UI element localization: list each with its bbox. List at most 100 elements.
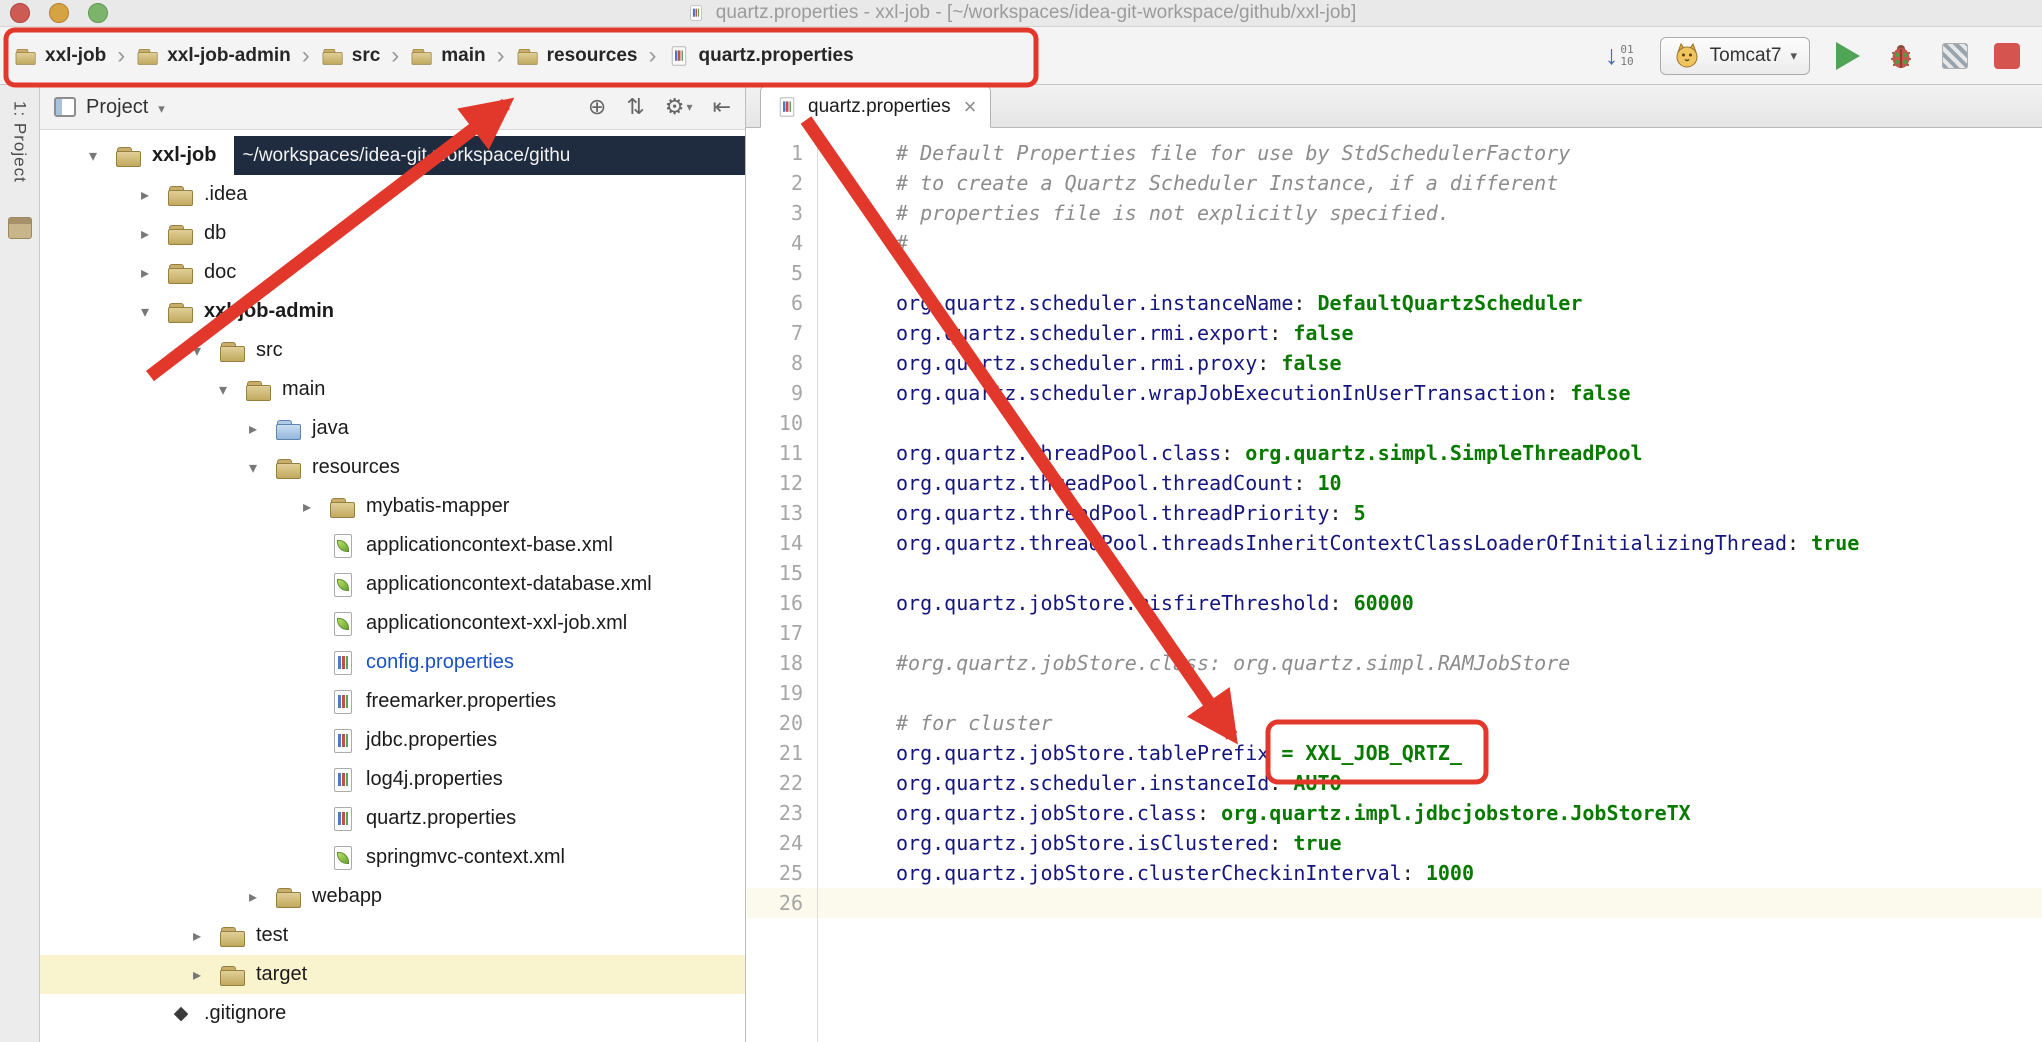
code-line-16[interactable]: org.quartz.jobStore.misfireThreshold: 60…: [818, 588, 2042, 618]
code-line-26[interactable]: [818, 888, 2042, 918]
tree-expanded-arrow-icon[interactable]: ▾: [210, 380, 236, 400]
breadcrumb-item-main[interactable]: main: [410, 41, 485, 71]
tree-item-log4j.properties[interactable]: log4j.properties: [40, 760, 745, 799]
line-number-15[interactable]: 15: [746, 558, 817, 588]
line-number-8[interactable]: 8: [746, 348, 817, 378]
line-number-12[interactable]: 12: [746, 468, 817, 498]
line-number-22[interactable]: 22: [746, 768, 817, 798]
tree-collapsed-arrow-icon[interactable]: ▸: [132, 224, 158, 244]
code-line-7[interactable]: org.quartz.scheduler.rmi.export: false: [818, 318, 2042, 348]
code-line-21[interactable]: org.quartz.jobStore.tablePrefix = XXL_JO…: [818, 738, 2042, 768]
tree-item-freemarker.properties[interactable]: freemarker.properties: [40, 682, 745, 721]
code-line-17[interactable]: [818, 618, 2042, 648]
settings-gear-icon[interactable]: ⚙▾: [665, 94, 693, 120]
tree-item-test[interactable]: ▸test: [40, 916, 745, 955]
tree-item-applicationcontext-xxl-job.xml[interactable]: applicationcontext-xxl-job.xml: [40, 604, 745, 643]
breadcrumb-item-xxl-job[interactable]: xxl-job: [14, 41, 106, 71]
incoming-changes-indicator[interactable]: ↓ 01 10: [1605, 42, 1634, 69]
tree-item-config.properties[interactable]: config.properties: [40, 643, 745, 682]
code-line-3[interactable]: # properties file is not explicitly spec…: [818, 198, 2042, 228]
code-line-1[interactable]: # Default Properties file for use by Std…: [818, 138, 2042, 168]
tree-expanded-arrow-icon[interactable]: ▾: [80, 146, 106, 166]
line-number-1[interactable]: 1: [746, 138, 817, 168]
tree-item-jdbc.properties[interactable]: jdbc.properties: [40, 721, 745, 760]
code-line-10[interactable]: [818, 408, 2042, 438]
line-number-4[interactable]: 4: [746, 228, 817, 258]
tree-item-pom.xml[interactable]: pom.xml: [40, 1033, 745, 1042]
code-line-6[interactable]: org.quartz.scheduler.instanceName: Defau…: [818, 288, 2042, 318]
line-number-23[interactable]: 23: [746, 798, 817, 828]
tree-item-.idea[interactable]: ▸.idea: [40, 175, 745, 214]
line-number-20[interactable]: 20: [746, 708, 817, 738]
breadcrumb-item-resources[interactable]: resources: [516, 41, 638, 71]
collapse-all-icon[interactable]: ⇤: [713, 94, 731, 120]
tree-item-.gitignore[interactable]: .gitignore: [40, 994, 745, 1033]
line-number-6[interactable]: 6: [746, 288, 817, 318]
code-line-23[interactable]: org.quartz.jobStore.class: org.quartz.im…: [818, 798, 2042, 828]
close-tab-icon[interactable]: ×: [964, 96, 977, 118]
chevron-down-icon[interactable]: ▾: [158, 101, 165, 117]
code-line-2[interactable]: # to create a Quartz Scheduler Instance,…: [818, 168, 2042, 198]
breadcrumb-item-src[interactable]: src: [321, 41, 381, 71]
run-button[interactable]: [1836, 42, 1860, 70]
breadcrumb-item-xxl-job-admin[interactable]: xxl-job-admin: [136, 41, 291, 71]
tree-collapsed-arrow-icon[interactable]: ▸: [294, 497, 320, 517]
code-line-25[interactable]: org.quartz.jobStore.clusterCheckinInterv…: [818, 858, 2042, 888]
tree-collapsed-arrow-icon[interactable]: ▸: [132, 185, 158, 205]
line-number-21[interactable]: 21: [746, 738, 817, 768]
tree-item-webapp[interactable]: ▸webapp: [40, 877, 745, 916]
tool-window-icon[interactable]: [8, 217, 32, 239]
line-number-3[interactable]: 3: [746, 198, 817, 228]
code-line-14[interactable]: org.quartz.threadPool.threadsInheritCont…: [818, 528, 2042, 558]
line-number-2[interactable]: 2: [746, 168, 817, 198]
code-line-19[interactable]: [818, 678, 2042, 708]
editor-tab-quartz-properties[interactable]: quartz.properties ×: [760, 86, 991, 128]
code-line-8[interactable]: org.quartz.scheduler.rmi.proxy: false: [818, 348, 2042, 378]
tree-collapsed-arrow-icon[interactable]: ▸: [240, 887, 266, 907]
code-line-24[interactable]: org.quartz.jobStore.isClustered: true: [818, 828, 2042, 858]
debug-button[interactable]: [1886, 41, 1916, 71]
tree-item-mybatis-mapper[interactable]: ▸mybatis-mapper: [40, 487, 745, 526]
tree-item-db[interactable]: ▸db: [40, 214, 745, 253]
stop-button[interactable]: [1994, 43, 2020, 69]
code-line-12[interactable]: org.quartz.threadPool.threadCount: 10: [818, 468, 2042, 498]
line-number-14[interactable]: 14: [746, 528, 817, 558]
tree-item-resources[interactable]: ▾resources: [40, 448, 745, 487]
line-number-7[interactable]: 7: [746, 318, 817, 348]
tree-item-quartz.properties[interactable]: quartz.properties: [40, 799, 745, 838]
line-number-5[interactable]: 5: [746, 258, 817, 288]
tree-collapsed-arrow-icon[interactable]: ▸: [240, 419, 266, 439]
line-number-9[interactable]: 9: [746, 378, 817, 408]
tree-item-java[interactable]: ▸java: [40, 409, 745, 448]
tree-item-xxl-job-admin[interactable]: ▾xxl-job-admin: [40, 292, 745, 331]
line-number-25[interactable]: 25: [746, 858, 817, 888]
tree-expanded-arrow-icon[interactable]: ▾: [132, 302, 158, 322]
run-with-coverage-button[interactable]: [1942, 43, 1968, 69]
tree-collapsed-arrow-icon[interactable]: ▸: [184, 926, 210, 946]
tree-item-applicationcontext-base.xml[interactable]: applicationcontext-base.xml: [40, 526, 745, 565]
tree-item-src[interactable]: ▾src: [40, 331, 745, 370]
breadcrumb-item-quartz.properties[interactable]: quartz.properties: [667, 41, 853, 71]
code-line-15[interactable]: [818, 558, 2042, 588]
code-line-13[interactable]: org.quartz.threadPool.threadPriority: 5: [818, 498, 2042, 528]
code-line-4[interactable]: #: [818, 228, 2042, 258]
line-number-10[interactable]: 10: [746, 408, 817, 438]
tree-item-xxl-job[interactable]: ▾xxl-job~/workspaces/idea-git-workspace/…: [40, 136, 745, 175]
line-number-18[interactable]: 18: [746, 648, 817, 678]
line-number-26[interactable]: 26: [746, 888, 817, 918]
tree-collapsed-arrow-icon[interactable]: ▸: [184, 965, 210, 985]
tree-item-main[interactable]: ▾main: [40, 370, 745, 409]
tree-item-doc[interactable]: ▸doc: [40, 253, 745, 292]
tree-expanded-arrow-icon[interactable]: ▾: [240, 458, 266, 478]
code-line-22[interactable]: org.quartz.scheduler.instanceId: AUTO: [818, 768, 2042, 798]
run-config-selector[interactable]: Tomcat7 ▾: [1660, 37, 1810, 75]
code-line-5[interactable]: [818, 258, 2042, 288]
locate-icon[interactable]: ⊕: [588, 94, 606, 120]
tree-collapsed-arrow-icon[interactable]: ▸: [132, 263, 158, 283]
line-number-11[interactable]: 11: [746, 438, 817, 468]
code-line-20[interactable]: # for cluster: [818, 708, 2042, 738]
code-line-11[interactable]: org.quartz.threadPool.class: org.quartz.…: [818, 438, 2042, 468]
tree-item-applicationcontext-database.xml[interactable]: applicationcontext-database.xml: [40, 565, 745, 604]
code-line-9[interactable]: org.quartz.scheduler.wrapJobExecutionInU…: [818, 378, 2042, 408]
line-number-17[interactable]: 17: [746, 618, 817, 648]
